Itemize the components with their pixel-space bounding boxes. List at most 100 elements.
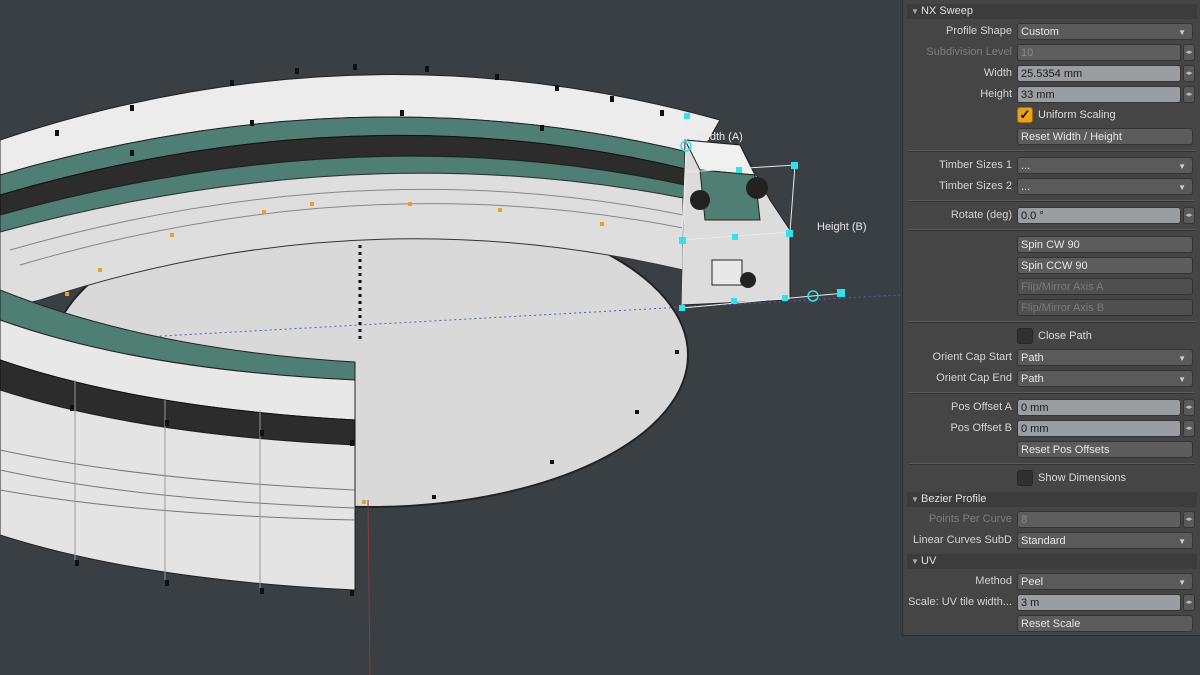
section-bezier-profile[interactable]: ▼ Bezier Profile <box>907 492 1197 507</box>
orient-cap-start-label: Orient Cap Start <box>932 351 1012 363</box>
chevron-down-icon: ▼ <box>1178 28 1186 37</box>
scale-uv-label: Scale: UV tile width... <box>908 596 1012 608</box>
orient-cap-end-label: Orient Cap End <box>936 372 1012 384</box>
width-label: Width <box>983 67 1012 79</box>
show-dimensions-checkbox[interactable] <box>1017 470 1033 486</box>
section-title: Bezier Profile <box>921 493 987 505</box>
section-nx-sweep[interactable]: ▼ NX Sweep <box>907 4 1197 19</box>
chevron-down-icon: ▼ <box>1178 354 1186 363</box>
linear-curves-subd-value: Standard <box>1021 535 1066 547</box>
reset-width-height-row: Reset Width / Height <box>907 126 1197 146</box>
rotate-label: Rotate (deg) <box>950 209 1012 221</box>
orient-cap-end-value: Path <box>1021 373 1044 385</box>
spin-cw-row: Spin CW 90 <box>907 234 1197 254</box>
spin-cw-button[interactable]: Spin CW 90 <box>1017 236 1193 253</box>
pos-offset-a-field[interactable]: 0 mm <box>1017 399 1181 416</box>
uniform-scaling-label: Uniform Scaling <box>1038 109 1116 121</box>
stepper-icon[interactable]: ◂▸ <box>1183 420 1195 437</box>
divider <box>909 392 1195 394</box>
pos-offset-a-row: Pos Offset A 0 mm ◂▸ <box>907 397 1197 417</box>
height-field[interactable]: 33 mm <box>1017 86 1181 103</box>
show-dimensions-row: Show Dimensions <box>907 468 1197 488</box>
y-axis-line <box>367 499 371 675</box>
close-path-checkbox[interactable] <box>1017 328 1033 344</box>
points-per-curve-label: Points Per Curve <box>928 513 1012 525</box>
timber-sizes-1-label: Timber Sizes 1 <box>939 159 1012 171</box>
show-dimensions-label: Show Dimensions <box>1038 472 1127 484</box>
stepper-icon[interactable]: ◂▸ <box>1183 207 1195 224</box>
profile-shape-dropdown[interactable]: Custom ▼ <box>1017 23 1193 40</box>
points-per-curve-field[interactable]: 8 <box>1017 511 1181 528</box>
timber-sizes-1-value: ... <box>1021 160 1031 172</box>
orient-cap-start-value: Path <box>1021 352 1044 364</box>
collapse-triangle-icon: ▼ <box>911 557 919 566</box>
profile-end-cap <box>681 139 791 306</box>
orient-cap-start-dropdown[interactable]: Path ▼ <box>1017 349 1193 366</box>
points-per-curve-row: Points Per Curve 8 ◂▸ <box>907 509 1197 529</box>
orient-cap-end-dropdown[interactable]: Path ▼ <box>1017 370 1193 387</box>
reset-pos-offsets-row: Reset Pos Offsets <box>907 439 1197 459</box>
width-row: Width 25.5354 mm ◂▸ <box>907 63 1197 83</box>
orient-cap-start-row: Orient Cap Start Path ▼ <box>907 347 1197 367</box>
collapse-triangle-icon: ▼ <box>911 7 919 16</box>
method-dropdown[interactable]: Peel ▼ <box>1017 573 1193 590</box>
reset-scale-button[interactable]: Reset Scale <box>1017 615 1193 632</box>
reset-pos-offsets-button[interactable]: Reset Pos Offsets <box>1017 441 1193 458</box>
section-title: NX Sweep <box>921 5 973 17</box>
linear-curves-subd-label: Linear Curves SubD <box>912 534 1012 546</box>
chevron-down-icon: ▼ <box>1178 578 1186 587</box>
height-b-label: Height (B) <box>817 221 867 233</box>
divider <box>909 463 1195 465</box>
rotate-field[interactable]: 0.0 ° <box>1017 207 1181 224</box>
collapse-triangle-icon: ▼ <box>911 495 919 504</box>
chevron-down-icon: ▼ <box>1178 375 1186 384</box>
stepper-icon[interactable]: ◂▸ <box>1183 86 1195 103</box>
subdivision-level-label: Subdivision Level <box>926 46 1012 58</box>
stepper-icon[interactable]: ◂▸ <box>1183 511 1195 528</box>
pos-offset-b-field[interactable]: 0 mm <box>1017 420 1181 437</box>
timber-sizes-2-value: ... <box>1021 181 1031 193</box>
method-label: Method <box>975 575 1012 587</box>
stepper-icon[interactable]: ◂▸ <box>1183 594 1195 611</box>
profile-shape-label: Profile Shape <box>945 25 1012 37</box>
stepper-icon[interactable]: ◂▸ <box>1183 44 1195 61</box>
chevron-down-icon: ▼ <box>1178 183 1186 192</box>
divider <box>909 229 1195 231</box>
width-a-label: Width (A) <box>697 131 743 143</box>
timber-sizes-2-dropdown[interactable]: ... ▼ <box>1017 178 1193 195</box>
height-label: Height <box>980 88 1012 100</box>
spin-ccw-row: Spin CCW 90 <box>907 255 1197 275</box>
timber-sizes-1-dropdown[interactable]: ... ▼ <box>1017 157 1193 174</box>
flip-a-row: Flip/Mirror Axis A <box>907 276 1197 296</box>
stepper-icon[interactable]: ◂▸ <box>1183 399 1195 416</box>
reset-width-height-button[interactable]: Reset Width / Height <box>1017 128 1193 145</box>
subdivision-level-row: Subdivision Level 10 ◂▸ <box>907 42 1197 62</box>
spin-ccw-button[interactable]: Spin CCW 90 <box>1017 257 1193 274</box>
properties-panel: ▼ NX Sweep Profile Shape Custom ▼ Subdivis… <box>902 0 1200 636</box>
divider <box>909 200 1195 202</box>
method-row: Method Peel ▼ <box>907 571 1197 591</box>
timber-sizes-2-row: Timber Sizes 2 ... ▼ <box>907 176 1197 196</box>
flip-mirror-axis-a-button[interactable]: Flip/Mirror Axis A <box>1017 278 1193 295</box>
height-row: Height 33 mm ◂▸ <box>907 84 1197 104</box>
section-title: UV <box>921 555 937 567</box>
uniform-scaling-checkbox[interactable]: ✓ <box>1017 107 1033 123</box>
width-field[interactable]: 25.5354 mm <box>1017 65 1181 82</box>
method-value: Peel <box>1021 576 1044 588</box>
subdivision-level-field[interactable]: 10 <box>1017 44 1181 61</box>
flip-b-row: Flip/Mirror Axis B <box>907 297 1197 317</box>
pos-offset-b-row: Pos Offset B 0 mm ◂▸ <box>907 418 1197 438</box>
pos-offset-a-label: Pos Offset A <box>951 401 1012 413</box>
scale-uv-field[interactable]: 3 m <box>1017 594 1181 611</box>
chevron-down-icon: ▼ <box>1178 162 1186 171</box>
linear-curves-subd-dropdown[interactable]: Standard ▼ <box>1017 532 1193 549</box>
section-uv[interactable]: ▼ UV <box>907 554 1197 569</box>
reset-scale-row: Reset Scale <box>907 613 1197 633</box>
pos-offset-b-label: Pos Offset B <box>950 422 1012 434</box>
flip-mirror-axis-b-button[interactable]: Flip/Mirror Axis B <box>1017 299 1193 316</box>
divider <box>909 321 1195 323</box>
close-path-row: Close Path <box>907 326 1197 346</box>
divider <box>909 150 1195 152</box>
profile-shape-row: Profile Shape Custom ▼ <box>907 21 1197 41</box>
stepper-icon[interactable]: ◂▸ <box>1183 65 1195 82</box>
